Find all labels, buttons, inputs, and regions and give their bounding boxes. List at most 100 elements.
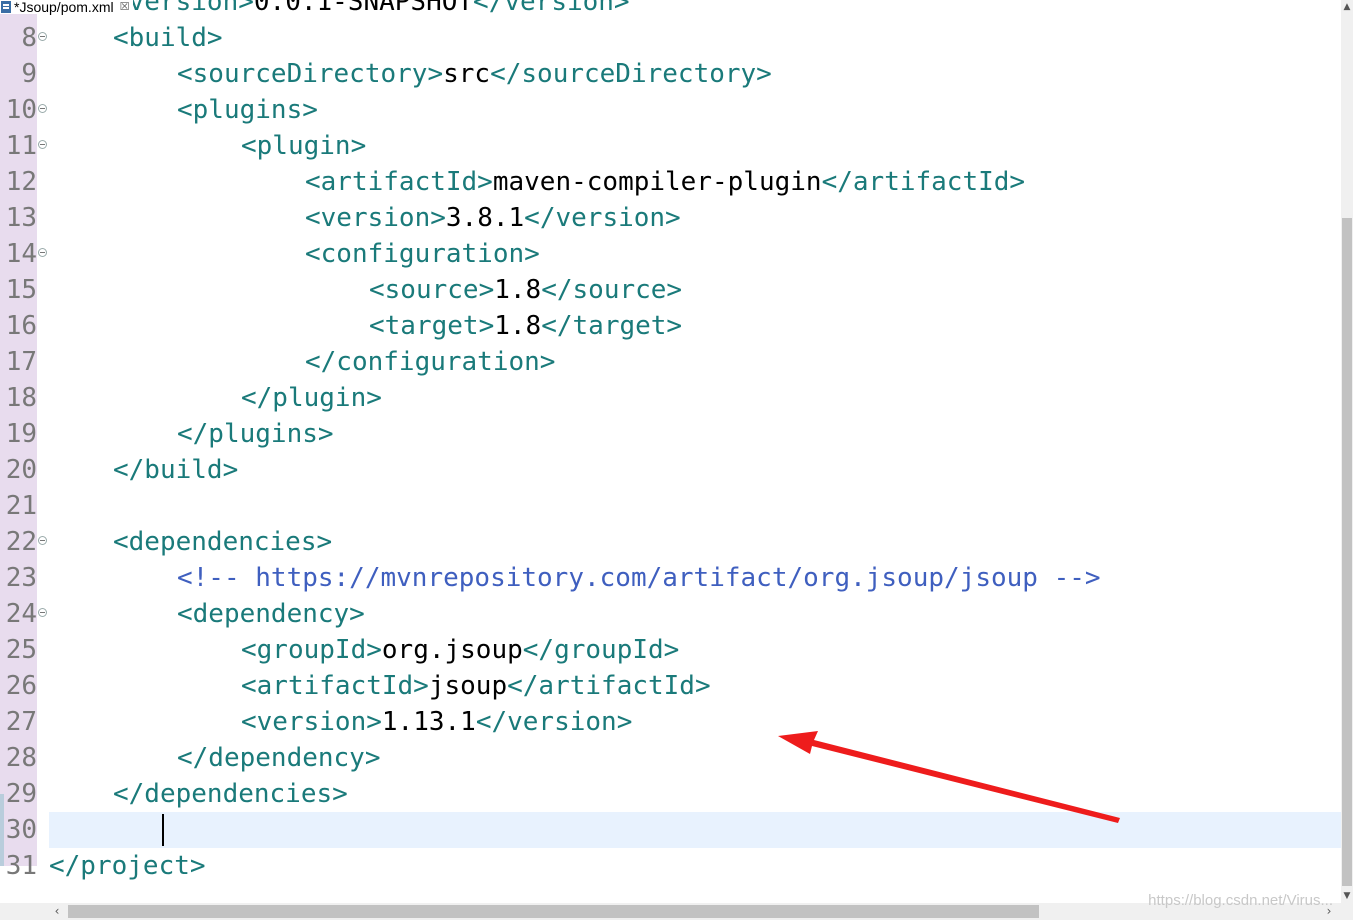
code-line[interactable]: 17 </configuration> [0, 344, 1341, 380]
code-text: <sourceDirectory>src</sourceDirectory> [177, 56, 772, 92]
code-line[interactable]: 16 <target>1.8</target> [0, 308, 1341, 344]
xml-tag: <groupId> [241, 635, 382, 665]
xml-tag: </source> [541, 275, 683, 305]
xml-tag: </version> [475, 707, 633, 737]
code-line[interactable]: 29 </dependencies> [0, 776, 1341, 812]
code-text: <plugins> [177, 92, 318, 128]
code-line[interactable]: 14 <configuration> [0, 236, 1341, 272]
line-number: 24 [5, 599, 37, 629]
xml-tag: </build> [113, 455, 239, 485]
scroll-left-icon[interactable]: ‹ [50, 903, 64, 920]
code-line[interactable]: 20 </build> [0, 452, 1341, 488]
code-line[interactable]: 25 <groupId>org.jsoup</groupId> [0, 632, 1341, 668]
line-number: 14 [5, 239, 37, 269]
vertical-scroll-thumb[interactable] [1342, 218, 1352, 886]
code-line[interactable]: 27 <version>1.13.1</version> [0, 704, 1341, 740]
code-line[interactable]: 12 <artifactId>maven-compiler-plugin</art… [0, 164, 1341, 200]
fold-toggle-icon[interactable] [38, 248, 47, 257]
code-line[interactable]: 10 <plugins> [0, 92, 1341, 128]
line-number: 22 [5, 527, 37, 557]
xml-text: 0.0.1-SNAPSHOT [253, 0, 474, 17]
code-line[interactable]: 18 </plugin> [0, 380, 1341, 416]
line-number: 28 [5, 743, 37, 773]
xml-comment: <!-- https://mvnrepository.com/artifact/… [177, 563, 1101, 593]
xml-tag: </version> [524, 203, 681, 233]
code-line[interactable]: 30 [0, 812, 1341, 848]
xml-tag: <version> [113, 0, 254, 17]
code-line[interactable]: 21 [0, 488, 1341, 524]
xml-tag: <configuration> [305, 239, 540, 269]
line-number: 8 [21, 23, 37, 53]
close-icon[interactable]: ☒ [120, 0, 130, 14]
line-number: 30 [5, 815, 37, 845]
xml-tag: <version> [305, 203, 446, 233]
fold-toggle-icon[interactable] [38, 32, 47, 41]
code-line[interactable]: 15 <source>1.8</source> [0, 272, 1341, 308]
xml-tag: <dependency> [177, 599, 365, 629]
line-number: 21 [5, 491, 37, 521]
xml-tag: <dependencies> [113, 527, 333, 557]
vertical-scrollbar[interactable]: ▲ ▼ [1341, 0, 1353, 903]
line-number: 31 [5, 851, 37, 881]
xml-tag: </configuration> [305, 347, 556, 377]
code-text: <dependencies> [113, 524, 332, 560]
line-number: 12 [5, 167, 37, 197]
xml-tag: </groupId> [522, 635, 680, 665]
code-text: <dependency> [177, 596, 365, 632]
code-line[interactable]: 7<version>0.0.1-SNAPSHOT</version> [0, 0, 1341, 20]
watermark: https://blog.csdn.net/Virus... [1148, 892, 1333, 909]
line-number: 25 [5, 635, 37, 665]
code-line[interactable]: 28 </dependency> [0, 740, 1341, 776]
xml-tag: </target> [541, 311, 683, 341]
code-line[interactable]: 8 <build> [0, 20, 1341, 56]
xml-text: src [443, 59, 491, 89]
line-number: 11 [5, 131, 37, 161]
code-text: <!-- https://mvnrepository.com/artifact/… [177, 560, 1101, 596]
code-text: </dependency> [177, 740, 381, 776]
xml-text: 1.8 [494, 275, 542, 305]
code-text: <artifactId>jsoup</artifactId> [241, 668, 711, 704]
editor-tab-title: *Jsoup/pom.xml [14, 0, 114, 15]
code-line[interactable]: 19 </plugins> [0, 416, 1341, 452]
xml-text: 1.13.1 [381, 707, 476, 737]
xml-tag: </plugins> [177, 419, 334, 449]
code-line[interactable]: 22 <dependencies> [0, 524, 1341, 560]
code-line[interactable]: 31 </project> [0, 848, 1341, 884]
line-number: 20 [5, 455, 37, 485]
xml-tag: <plugin> [241, 131, 367, 161]
fold-toggle-icon[interactable] [38, 104, 47, 113]
xml-tag: </version> [473, 0, 630, 17]
code-text: <build> [113, 20, 223, 56]
xml-text: maven-compiler-plugin [492, 167, 822, 197]
code-line[interactable]: 26 <artifactId>jsoup</artifactId> [0, 668, 1341, 704]
scroll-up-icon[interactable]: ▲ [1341, 0, 1353, 14]
line-number: 19 [5, 419, 37, 449]
xml-text: org.jsoup [381, 635, 523, 665]
fold-toggle-icon[interactable] [38, 140, 47, 149]
line-number: 10 [5, 95, 37, 125]
code-text: <artifactId>maven-compiler-plugin</artif… [305, 164, 1025, 200]
horizontal-scroll-thumb[interactable] [68, 905, 1039, 918]
xml-text: jsoup [428, 671, 508, 701]
code-text: <version>0.0.1-SNAPSHOT</version> [113, 0, 630, 20]
line-number: 27 [5, 707, 37, 737]
xml-tag: </plugin> [241, 383, 382, 413]
code-text: </project> [49, 848, 206, 884]
fold-toggle-icon[interactable] [38, 536, 47, 545]
scroll-down-icon[interactable]: ▼ [1341, 889, 1353, 903]
fold-toggle-icon[interactable] [38, 608, 47, 617]
code-text: </build> [113, 452, 238, 488]
code-line[interactable]: 24 <dependency> [0, 596, 1341, 632]
code-text: <version>1.13.1</version> [241, 704, 632, 740]
xml-editor[interactable]: 7<version>0.0.1-SNAPSHOT</version> 8 <buil… [0, 0, 1341, 903]
code-line[interactable]: 11 <plugin> [0, 128, 1341, 164]
editor-tab[interactable]: *Jsoup/pom.xml ☒ [0, 0, 134, 15]
code-line[interactable]: 13 <version>3.8.1</version> [0, 200, 1341, 236]
code-text: <groupId>org.jsoup</groupId> [241, 632, 679, 668]
line-number: 23 [5, 563, 37, 593]
code-line[interactable]: 23 <!-- https://mvnrepository.com/artifac… [0, 560, 1341, 596]
code-line[interactable]: 9 <sourceDirectory>src</sourceDirectory> [0, 56, 1341, 92]
xml-file-icon [1, 1, 11, 13]
line-number: 29 [5, 779, 37, 809]
code-text: <version>3.8.1</version> [305, 200, 681, 236]
